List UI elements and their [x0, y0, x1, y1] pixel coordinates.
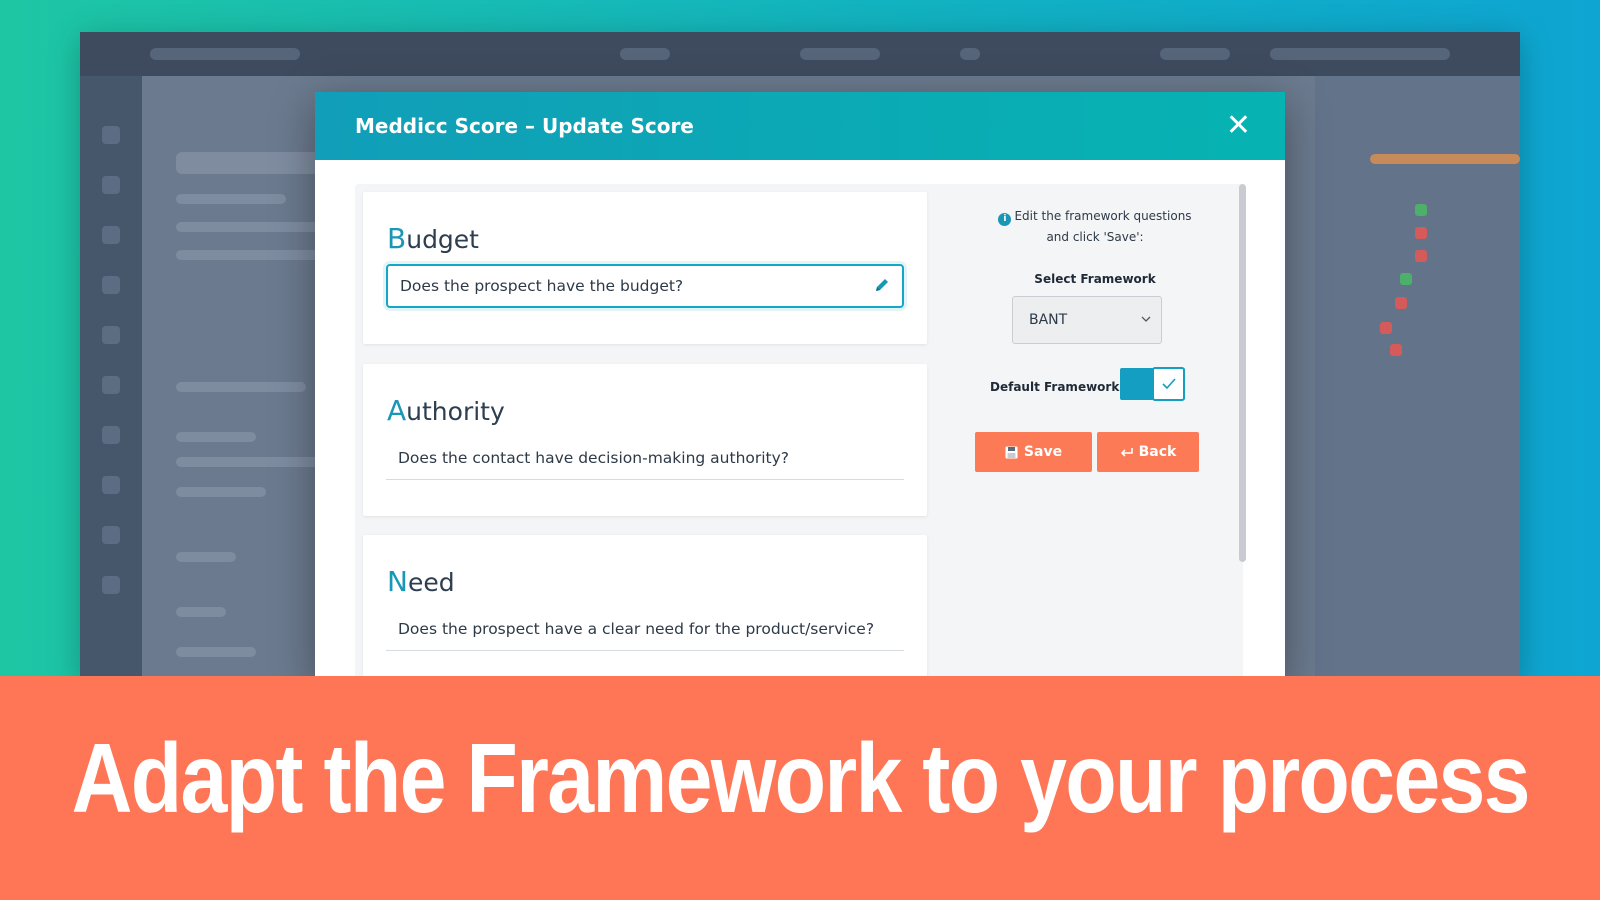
- card-heading: Authority: [387, 394, 505, 427]
- background-right-panel: [1315, 76, 1520, 682]
- return-arrow-icon: [1120, 447, 1133, 457]
- pencil-icon[interactable]: [874, 277, 890, 293]
- framework-card-need: Need Does the prospect have a clear need…: [363, 535, 927, 682]
- question-input-need[interactable]: Does the prospect have a clear need for …: [386, 607, 904, 651]
- chevron-down-icon: [1141, 316, 1151, 322]
- close-icon[interactable]: ✕: [1226, 111, 1251, 141]
- info-icon: i: [998, 213, 1012, 226]
- framework-card-budget: Budget Does the prospect have the budget…: [363, 192, 927, 344]
- promo-banner: Adapt the Framework to your process: [0, 676, 1600, 900]
- save-button[interactable]: Save: [975, 432, 1092, 472]
- back-button[interactable]: Back: [1097, 432, 1199, 472]
- background-topbar: [80, 32, 1520, 76]
- banner-text: Adapt the Framework to your process: [71, 722, 1530, 833]
- card-heading: Budget: [387, 222, 479, 255]
- floppy-disk-icon: [1005, 446, 1018, 458]
- question-input-budget[interactable]: Does the prospect have the budget?: [386, 264, 904, 308]
- default-framework-label: Default Framework: [990, 380, 1120, 394]
- modal-title: Meddicc Score – Update Score: [355, 114, 694, 138]
- background-sidebar: [80, 76, 142, 682]
- framework-select[interactable]: BANT: [1012, 296, 1162, 344]
- framework-card-authority: Authority Does the contact have decision…: [363, 364, 927, 516]
- info-text: i Edit the framework questions and click …: [965, 206, 1225, 248]
- select-framework-label: Select Framework: [1034, 272, 1156, 286]
- card-heading: Need: [387, 565, 455, 598]
- check-icon: [1161, 378, 1176, 390]
- modal-header: Meddicc Score – Update Score ✕: [315, 92, 1285, 160]
- update-score-modal: Meddicc Score – Update Score ✕ Budget Do…: [315, 92, 1285, 682]
- question-input-authority[interactable]: Does the contact have decision-making au…: [386, 436, 904, 480]
- modal-scrollbar[interactable]: [1239, 184, 1246, 562]
- default-framework-toggle[interactable]: [1120, 367, 1185, 401]
